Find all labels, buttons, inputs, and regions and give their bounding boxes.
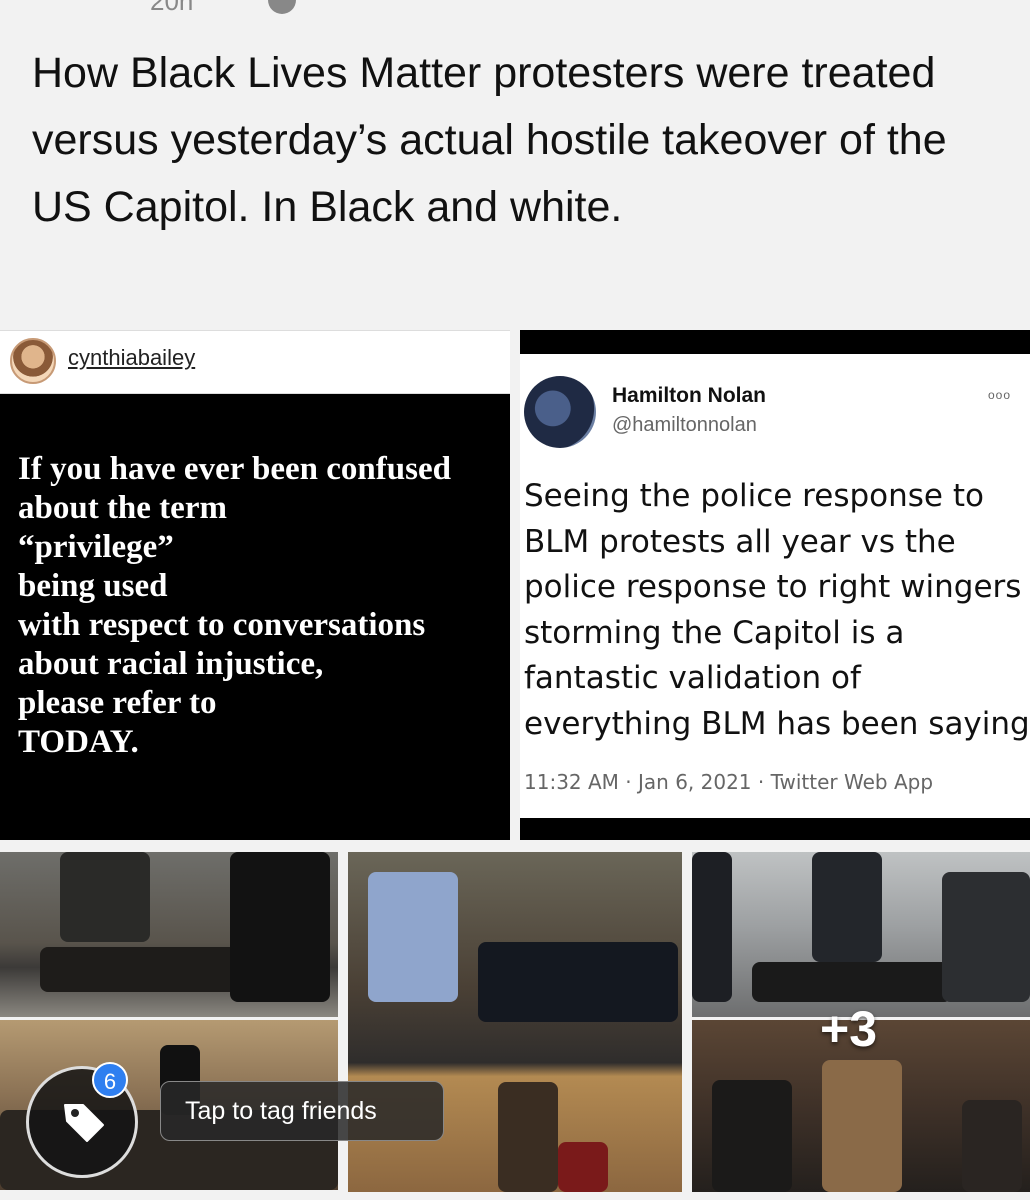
police-shape: [812, 852, 882, 962]
quote-line: about the term: [18, 490, 227, 526]
avatar: [524, 376, 596, 448]
quote-line: TODAY.: [18, 724, 139, 760]
figure-shape: [368, 872, 458, 1002]
more-options-icon: ooo: [988, 388, 1012, 402]
figure-shape: [40, 947, 250, 992]
tweet-author-name: Hamilton Nolan: [612, 384, 767, 407]
tag-icon: [64, 1104, 104, 1142]
avatar: [10, 338, 56, 384]
tag-count-badge: 6: [92, 1062, 128, 1098]
figure-shape: [752, 962, 952, 1002]
quote-line: about racial injustice,: [18, 646, 324, 682]
instagram-header: cynthiabailey: [0, 330, 510, 394]
quote-line: with respect to conversations: [18, 607, 426, 643]
quote-line: being used: [18, 568, 168, 604]
police-shape: [478, 942, 678, 1022]
figure-shape: [230, 852, 330, 1002]
quote-line: If you have ever been confused: [18, 451, 451, 487]
figure-shape: [712, 1080, 792, 1192]
post-time: 20h: [150, 0, 194, 16]
figure-shape: [962, 1100, 1022, 1192]
photo-protester-arrest[interactable]: [0, 852, 338, 1017]
tweet-author-handle: @hamiltonnolan: [612, 414, 757, 436]
figure-shape: [692, 852, 732, 1002]
tag-friends-tooltip[interactable]: Tap to tag friends: [160, 1081, 444, 1141]
car-shape: [942, 872, 1030, 1002]
figure-shape: [498, 1082, 558, 1192]
tweet-line: fantastic validation of: [524, 660, 861, 696]
globe-icon: [268, 0, 296, 14]
tweet-text: Seeing the police response to BLM protes…: [524, 474, 1030, 747]
quote-line: please refer to: [18, 685, 217, 721]
tweet-timestamp: 11:32 AM · Jan 6, 2021 · Twitter Web App: [524, 770, 934, 794]
figure-shape: [60, 852, 150, 942]
post-caption: How Black Lives Matter protesters were t…: [32, 49, 947, 231]
instagram-username: cynthiabailey: [68, 345, 196, 370]
tweet-screenshot[interactable]: Hamilton Nolan @hamiltonnolan ooo Seeing…: [520, 330, 1030, 840]
tweet-line: police response to right wingers: [524, 569, 1022, 605]
instagram-quote: If you have ever been confused about the…: [18, 450, 508, 762]
more-photos-count[interactable]: +3: [820, 1000, 877, 1058]
photo-police-arrests-street[interactable]: [692, 852, 1030, 1017]
status-header: 20h: [0, 0, 1030, 20]
quote-line: “privilege”: [18, 529, 174, 565]
tweet-line: BLM protests all year vs the: [524, 523, 956, 560]
tweet-line: everything BLM has been saying: [524, 705, 1030, 742]
instagram-screenshot[interactable]: cynthiabailey If you have ever been conf…: [0, 330, 510, 840]
photo-police-line-and-capitol-office[interactable]: [348, 852, 682, 1192]
figure-shape: [822, 1060, 902, 1192]
flag-shape: [558, 1142, 608, 1192]
tweet-line: storming the Capitol is a: [524, 614, 905, 651]
tweet-line: Seeing the police response to: [524, 478, 984, 514]
tweet-body: Hamilton Nolan @hamiltonnolan ooo Seeing…: [520, 354, 1030, 818]
